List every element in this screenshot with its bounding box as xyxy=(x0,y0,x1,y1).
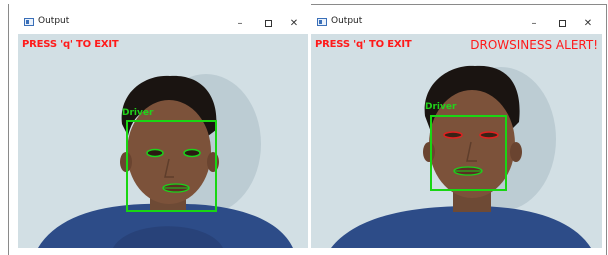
face-label: Driver xyxy=(425,102,457,112)
app-window-icon xyxy=(317,18,327,26)
frame-right-border xyxy=(606,4,607,255)
minimize-button[interactable]: – xyxy=(522,12,546,34)
title-bar[interactable]: Output – ✕ xyxy=(311,12,602,34)
drowsiness-alert: DROWSINESS ALERT! xyxy=(470,38,598,52)
frame-left-border xyxy=(8,4,9,255)
maximize-icon xyxy=(558,19,566,27)
window-title: Output xyxy=(38,16,70,26)
webcam-feed: PRESS 'q' TO EXIT Driver xyxy=(18,34,308,248)
minimize-button[interactable]: – xyxy=(228,12,252,34)
maximize-button[interactable] xyxy=(256,12,280,34)
exit-instruction: PRESS 'q' TO EXIT xyxy=(315,39,412,50)
close-button[interactable]: ✕ xyxy=(576,12,600,34)
maximize-button[interactable] xyxy=(550,12,574,34)
close-icon: ✕ xyxy=(583,17,593,29)
close-button[interactable]: ✕ xyxy=(282,12,306,34)
window-title: Output xyxy=(331,16,363,26)
webcam-feed: PRESS 'q' TO EXIT DROWSINESS ALERT! Driv… xyxy=(311,34,602,248)
title-bar[interactable]: Output – ✕ xyxy=(18,12,308,34)
face-detection-box xyxy=(126,120,217,212)
output-window-right[interactable]: Output – ✕ PRESS 'q' TO EXIT DROWSINESS … xyxy=(311,12,602,248)
face-label: Driver xyxy=(122,108,154,118)
close-icon: ✕ xyxy=(289,17,299,29)
frame-top-border xyxy=(311,4,607,5)
output-window-left[interactable]: Output – ✕ PRESS 'q' TO EXIT Driver xyxy=(18,12,308,248)
app-window-icon xyxy=(24,18,34,26)
face-detection-box xyxy=(430,115,507,191)
maximize-icon xyxy=(264,19,272,27)
exit-instruction: PRESS 'q' TO EXIT xyxy=(22,39,119,50)
